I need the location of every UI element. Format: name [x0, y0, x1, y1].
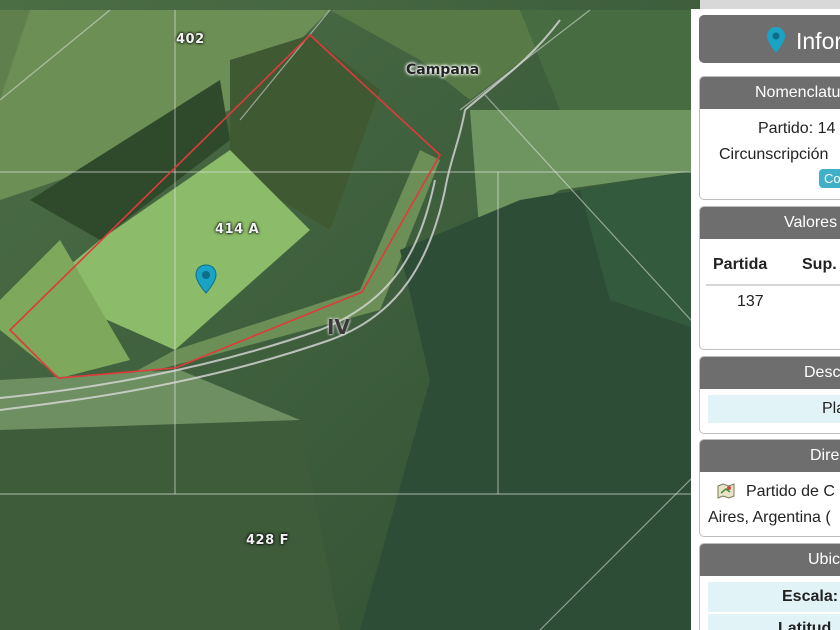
copy-badge[interactable]: Co: [819, 169, 840, 188]
escala-label: Escala:: [782, 588, 839, 605]
descripcion-value: Pla: [822, 400, 840, 417]
descripcion-header: Desc: [700, 357, 840, 389]
parcel-label-428f: 428 F: [246, 533, 290, 548]
direccion-line2: Aires, Argentina (: [708, 509, 831, 526]
partido-text: Partido: 14: [758, 120, 836, 137]
direccion-card: Dire Partido de C Aires, Argentina (: [699, 439, 840, 537]
col-partida: Partida: [713, 256, 768, 273]
town-label: Campana: [406, 62, 480, 78]
table-divider: [706, 284, 840, 286]
escala-row: Escala:: [708, 582, 840, 612]
valores-header: Valores: [700, 207, 840, 239]
circunscripcion-text: Circunscripción: [719, 146, 829, 163]
map-icon: [717, 483, 735, 499]
ubicacion-card: Ubic Escala: Latitud: [699, 543, 840, 630]
descripcion-card: Desc Pla: [699, 356, 840, 434]
nomenclatura-header: Nomenclatu: [700, 77, 840, 109]
panel-title: Infor: [796, 28, 840, 54]
nomenclatura-card: Nomenclatu Partido: 14 Circunscripción C…: [699, 76, 840, 200]
valores-card: Valores Partida Sup. 137: [699, 206, 840, 350]
map-marker-icon[interactable]: [195, 264, 217, 294]
descripcion-row: Pla: [708, 395, 840, 423]
direccion-line1: Partido de C: [746, 483, 835, 500]
latitud-row: Latitud: [708, 614, 840, 630]
info-panel: Infor Nomenclatu Partido: 14 Circunscrip…: [691, 9, 840, 630]
ubicacion-header: Ubic: [700, 544, 840, 576]
direccion-header: Dire: [700, 440, 840, 472]
zone-label: IV: [327, 315, 350, 339]
parcel-label-402: 402: [176, 32, 205, 47]
info-title-card: Infor: [699, 15, 840, 63]
parcel-label-414a: 414 A: [215, 222, 260, 237]
map-marker-icon: [766, 26, 786, 59]
col-sup: Sup.: [802, 256, 837, 273]
latitud-label: Latitud: [778, 620, 832, 630]
partida-value: 137: [737, 293, 764, 310]
